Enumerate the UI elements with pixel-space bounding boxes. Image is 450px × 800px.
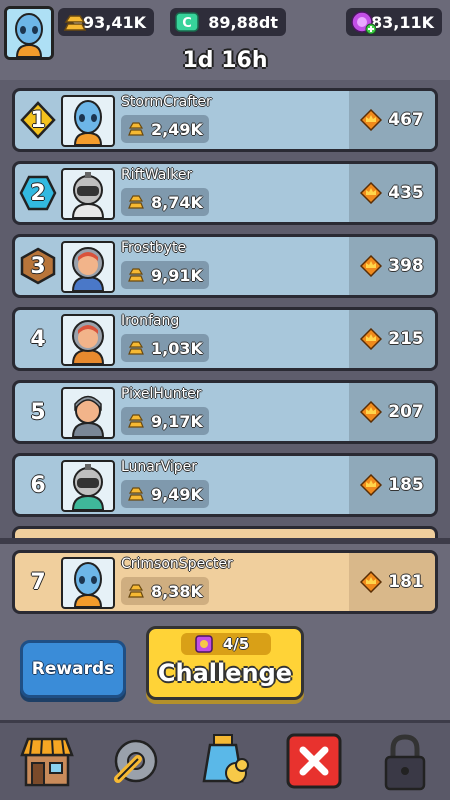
alien-avatar-icon (73, 562, 103, 607)
player-name: Frostbyte (121, 240, 187, 256)
gem-plus-icon (351, 11, 376, 34)
lock-icon[interactable] (380, 733, 440, 793)
leaderboard-row[interactable]: 1 StormCrafter 2,49K 467 (12, 88, 438, 152)
player-score: 181 (349, 553, 435, 611)
astronaut-avatar-icon (71, 247, 105, 291)
player-portrait (61, 460, 115, 512)
player-gold: 9,17K (121, 407, 209, 435)
challenge-label: Challenge (157, 659, 293, 687)
player-portrait (61, 387, 115, 439)
cash-counter[interactable]: C 89,88dt (170, 8, 286, 36)
gold-bars-icon (128, 487, 144, 501)
ticket-icon (195, 635, 213, 653)
leaderboard-row[interactable]: 6 LunarViper 9,49K 185 (12, 453, 438, 517)
rank-badge-silver: 2 (19, 174, 57, 212)
alien-avatar-icon (73, 100, 103, 145)
player-gold: 8,74K (121, 188, 209, 216)
player-portrait (61, 557, 115, 609)
player-score: 467 (349, 91, 435, 149)
crown-diamond-icon (360, 571, 383, 593)
leaderboard-row[interactable]: 5 PixelHunter 9,17K 207 (12, 380, 438, 444)
gold-bars-icon (128, 341, 144, 355)
player-gold: 9,49K (121, 480, 209, 508)
rank-number: 6 (30, 472, 46, 498)
gold-counter[interactable]: 993,41K (58, 8, 154, 36)
player-gold: 8,38K (121, 577, 209, 605)
player-name: StormCrafter (121, 94, 212, 110)
rank-badge-gold: 1 (19, 101, 57, 139)
settings-wrench-icon[interactable] (108, 733, 168, 793)
player-score: 207 (349, 383, 435, 441)
gold-bars-icon (128, 195, 144, 209)
leaderboard-row[interactable]: 2 RiftWalker 8,74K 435 (12, 161, 438, 225)
gold-bars-icon (128, 122, 144, 136)
rank-number: 4 (30, 326, 46, 352)
current-player-row[interactable]: 7 CrimsonSpecter 8,38K 181 (12, 550, 438, 614)
player-score: 185 (349, 456, 435, 514)
crown-diamond-icon (360, 328, 383, 350)
player-name: RiftWalker (121, 167, 193, 183)
rank-number: 5 (30, 399, 46, 425)
rewards-button[interactable]: Rewards (20, 640, 126, 698)
crown-diamond-icon (360, 401, 383, 423)
svg-text:C: C (182, 16, 192, 31)
crown-diamond-icon (360, 182, 383, 204)
gold-bars-icon (63, 15, 87, 31)
player-score: 398 (349, 237, 435, 295)
player-portrait (61, 314, 115, 366)
gems-counter[interactable]: 83,11K (346, 8, 442, 36)
leaderboard-row[interactable]: 4 Ironfang 1,03K 215 (12, 307, 438, 371)
player-name: PixelHunter (121, 386, 202, 402)
leaderboard-list[interactable]: 1 StormCrafter 2,49K 467 2 RiftWalker 8,… (0, 80, 450, 540)
inventory-potion-icon[interactable] (196, 733, 256, 793)
gold-bars-icon (128, 414, 144, 428)
gems-value: 83,11K (370, 12, 434, 32)
crown-diamond-icon (360, 474, 383, 496)
challenge-progress: 4/5 (181, 633, 271, 655)
gold-bars-icon (128, 268, 144, 282)
player-portrait (61, 168, 115, 220)
event-timer: 1d 16h (182, 48, 268, 73)
astronaut-avatar-icon (71, 320, 105, 364)
crown-diamond-icon (360, 255, 383, 277)
player-portrait (61, 95, 115, 147)
rank-number: 7 (30, 569, 46, 595)
robot-avatar-icon (71, 464, 105, 510)
player-name: CrimsonSpecter (121, 556, 233, 572)
player-gold: 1,03K (121, 334, 209, 362)
leaderboard-row[interactable]: 3 Frostbyte 9,91K 398 (12, 234, 438, 298)
player-gold: 2,49K (121, 115, 209, 143)
player-gold: 9,91K (121, 261, 209, 289)
player-score: 215 (349, 310, 435, 368)
cash-value: 89,88dt (208, 12, 278, 32)
robot-avatar-icon (71, 172, 105, 218)
rank-badge-bronze: 3 (19, 247, 57, 285)
player-score: 435 (349, 164, 435, 222)
gold-bars-icon (128, 584, 144, 598)
shop-icon[interactable] (20, 733, 80, 793)
player-name: Ironfang (121, 313, 180, 329)
challenge-button[interactable]: 4/5 Challenge (146, 626, 304, 700)
cash-icon: C (175, 12, 199, 32)
player-name: LunarViper (121, 459, 198, 475)
crown-diamond-icon (360, 109, 383, 131)
close-icon[interactable] (286, 733, 346, 793)
bottom-nav (0, 720, 450, 800)
top-bar: 993,41K C 89,88dt 83,11K 1d 16h (0, 0, 450, 88)
pilot-avatar-icon (71, 395, 105, 437)
player-portrait (61, 241, 115, 293)
